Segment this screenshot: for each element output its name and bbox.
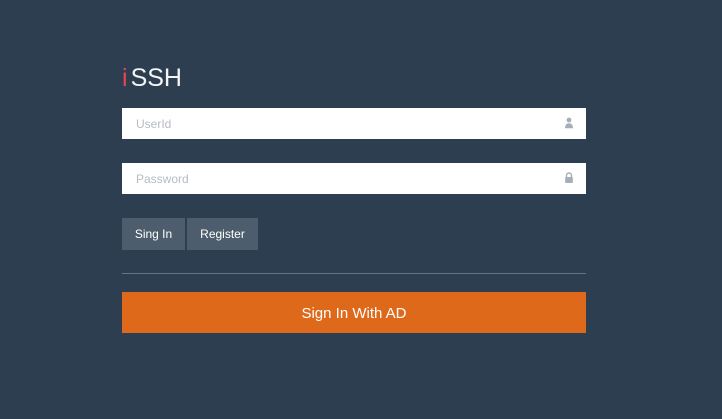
register-button[interactable]: Register	[187, 218, 258, 250]
brand-title: SSH	[130, 64, 182, 92]
brand-logo: i SSH	[122, 62, 586, 94]
user-icon	[565, 117, 573, 129]
password-input[interactable]	[122, 163, 586, 194]
password-field[interactable]	[122, 163, 586, 194]
login-panel: iSSH Sing In Register Sign In With AD	[122, 62, 586, 333]
lock-icon	[565, 172, 573, 183]
brand-mark: i	[122, 64, 128, 92]
sign-in-with-ad-button[interactable]: Sign In With AD	[122, 292, 586, 333]
login-button-row: Sing In Register	[122, 218, 586, 250]
login-page: iSSH Sing In Register Sign In With AD	[0, 0, 722, 419]
divider	[122, 273, 586, 274]
sign-in-button[interactable]: Sing In	[122, 218, 185, 250]
user-id-field[interactable]	[122, 108, 586, 139]
user-id-input[interactable]	[122, 108, 586, 139]
